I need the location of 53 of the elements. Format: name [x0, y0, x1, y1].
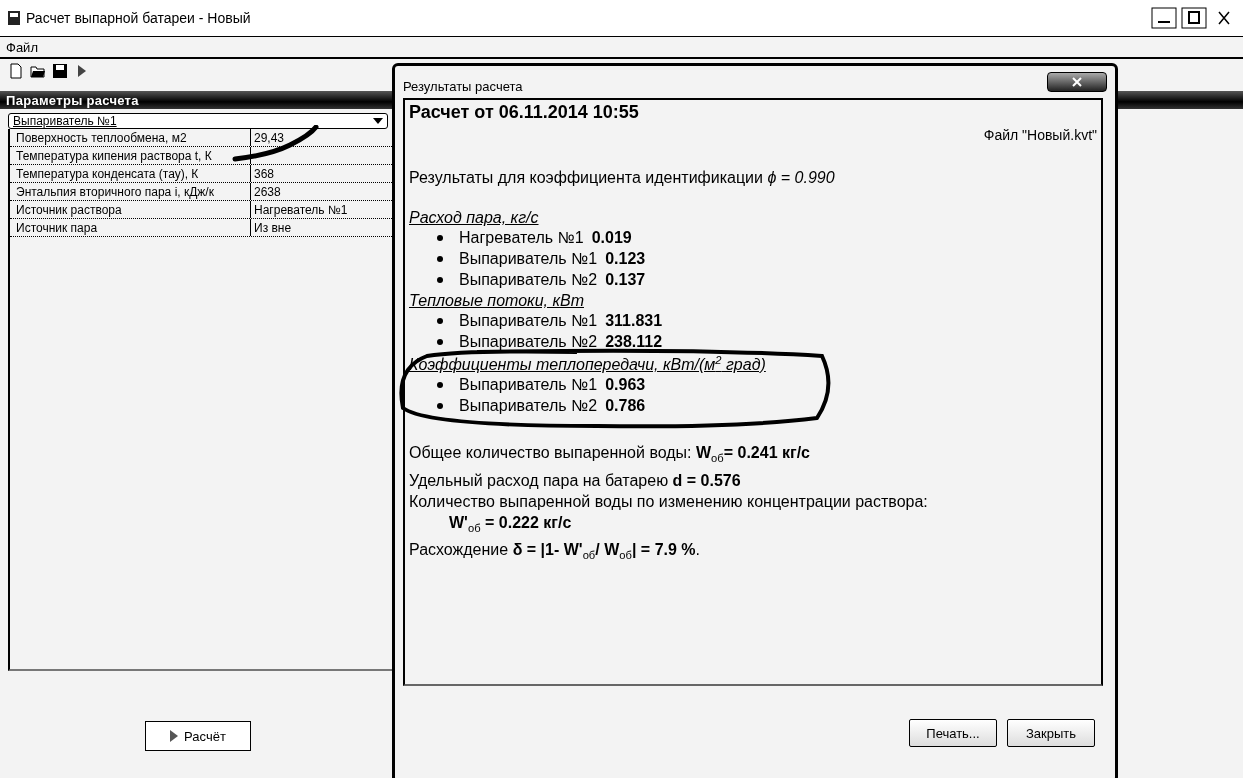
item-name: Выпариватель №2 — [459, 396, 598, 415]
item-name: Выпариватель №2 — [459, 270, 598, 289]
item-name: Выпариватель №1 — [459, 311, 598, 330]
section-title: Расход пара, кг/с — [409, 209, 540, 227]
bullet-icon — [437, 338, 443, 345]
property-name: Энтальпия вторичного пара i, кДж/к — [15, 183, 215, 200]
item-value: 0.019 — [591, 228, 632, 247]
window-title: Расчет выпарной батареи - Новый — [26, 10, 252, 26]
new-file-icon[interactable] — [8, 63, 24, 79]
summary-line: Удельный расход пара на батарею d = 0.576 — [409, 470, 742, 491]
play-icon — [170, 730, 179, 742]
property-name: Поверхность теплообмена, м2 — [15, 129, 188, 146]
evaporator-dropdown[interactable]: Выпариватель №1 — [8, 113, 388, 129]
close-button[interactable] — [1047, 72, 1107, 92]
bullet-icon — [437, 381, 443, 388]
item-name: Нагреватель №1 — [459, 228, 584, 247]
property-name: Температура конденсата (тау), К — [15, 165, 200, 182]
dialog-title: Результаты расчета — [403, 78, 523, 94]
property-name: Источник раствора — [15, 201, 123, 218]
item-value: 0.963 — [605, 375, 646, 394]
section-title: Тепловые потоки, кВт — [409, 292, 585, 310]
identification-line: Результаты для коэффициента идентификации ϕ = 0.990 — [409, 169, 836, 187]
save-icon[interactable] — [52, 63, 68, 79]
item-value: 0.137 — [605, 270, 646, 289]
item-value: 311.831 — [605, 311, 663, 330]
item-value: 0.786 — [605, 396, 646, 415]
item-name: Выпариватель №1 — [459, 249, 598, 268]
minimize-icon[interactable] — [1151, 7, 1177, 29]
property-name: Источник пара — [15, 219, 99, 236]
folder-icon[interactable] — [30, 63, 46, 79]
close-icon — [1072, 76, 1082, 87]
calculate-button[interactable]: Расчёт — [145, 721, 251, 751]
bullet-icon — [437, 317, 443, 324]
bullet-icon — [437, 234, 443, 241]
summary-line: W'$_{об}$ = 0.222 кг/с — [448, 512, 573, 536]
print-button[interactable]: Печать... — [909, 719, 997, 747]
item-value: 0.123 — [605, 249, 646, 268]
item-value: 238.112 — [605, 332, 663, 351]
item-name: Выпариватель №2 — [459, 332, 598, 351]
bullet-icon — [437, 402, 443, 409]
close-dialog-button[interactable]: Закрыть — [1007, 719, 1095, 747]
bullet-icon — [437, 276, 443, 283]
summary-line: Расхождение δ = |1- W'$_{об}$/ W$_{об}$| = 7.9 %. — [409, 539, 701, 563]
menu-item[interactable]: Файл — [6, 39, 38, 55]
item-name: Выпариватель №1 — [459, 375, 598, 394]
file-name: Файл "Новый.kvt" — [982, 127, 1097, 143]
property-name: Температура кипения раствора t, К — [15, 147, 213, 164]
summary-line: Количество выпаренной воды по изменению концентрации раствора: — [409, 491, 929, 512]
caret-icon — [373, 118, 383, 124]
summary-line: Общее количество выпаренной воды: W$_{об}$= 0.241 кг/с — [409, 443, 811, 467]
calculator-icon — [6, 10, 22, 26]
maximize-icon[interactable] — [1181, 7, 1207, 29]
bullet-icon — [437, 255, 443, 262]
